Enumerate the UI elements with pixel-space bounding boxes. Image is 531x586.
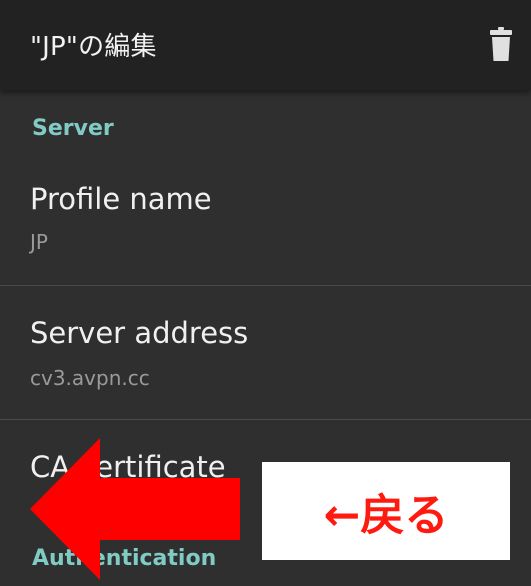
arrow-left-icon bbox=[30, 438, 240, 580]
back-annotation-label: ←戻る bbox=[262, 462, 510, 560]
trash-icon[interactable] bbox=[489, 26, 513, 62]
section-header-server: Server bbox=[32, 116, 114, 141]
pref-summary: JP bbox=[30, 230, 48, 254]
app-bar: "JP"の編集 bbox=[0, 0, 531, 90]
pref-summary: cv3.avpn.cc bbox=[30, 366, 150, 390]
pref-title: Profile name bbox=[30, 182, 212, 216]
pref-title: Server address bbox=[30, 316, 249, 350]
page-title: "JP"の編集 bbox=[30, 32, 157, 62]
pref-profile-name[interactable]: Profile name JP bbox=[0, 150, 531, 285]
pref-server-address[interactable]: Server address cv3.avpn.cc bbox=[0, 286, 531, 419]
